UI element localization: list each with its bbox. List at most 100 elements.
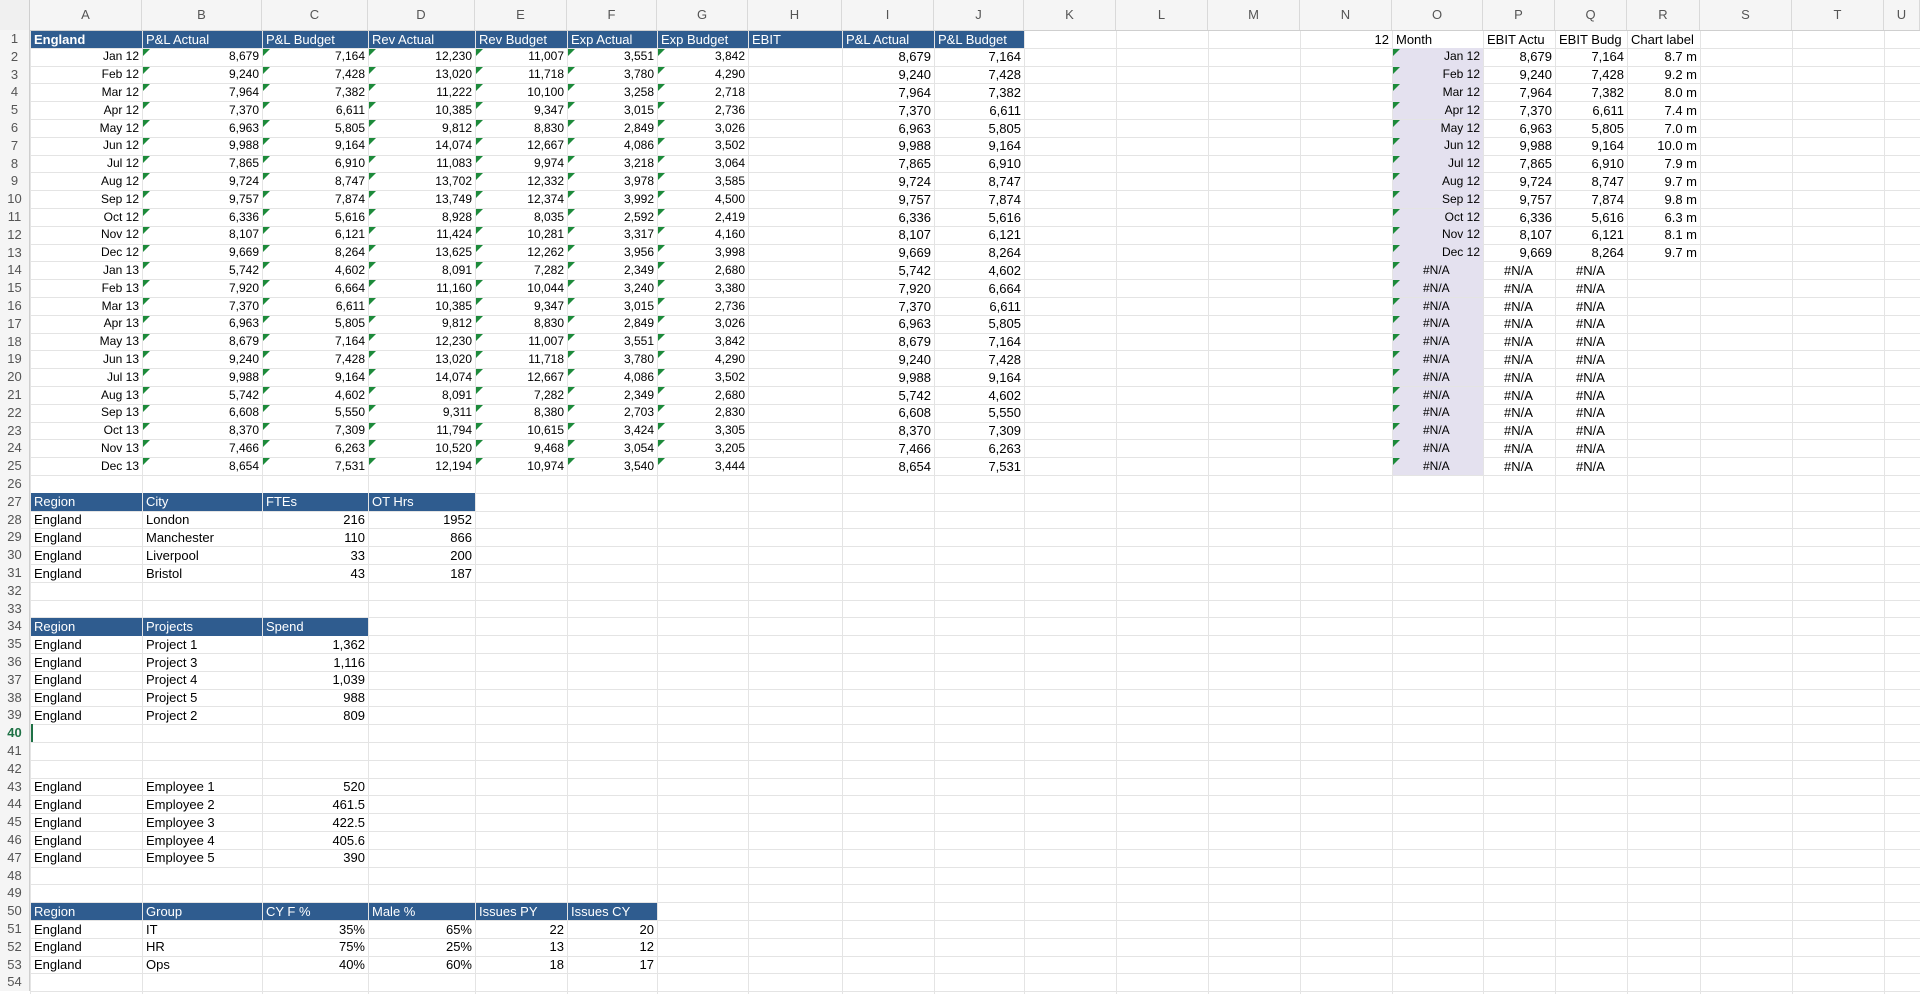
value-cell[interactable]: 4,290 — [658, 351, 748, 369]
value-cell[interactable]: 3,218 — [568, 155, 657, 173]
side-month-cell[interactable]: #N/A — [1393, 457, 1483, 476]
employee-cell[interactable]: Employee 2 — [143, 796, 262, 814]
ebit-budget-cell[interactable]: 7,874 — [1556, 191, 1627, 209]
column-header-o[interactable]: O — [1392, 0, 1483, 30]
value-cell[interactable]: 7,428 — [935, 66, 1024, 84]
value-cell[interactable]: 6,611 — [935, 102, 1024, 120]
groups-cell[interactable]: 13 — [476, 938, 567, 956]
value-cell[interactable]: 6,963 — [143, 120, 262, 138]
ebit-actual-cell[interactable]: 8,107 — [1484, 226, 1555, 244]
value-cell[interactable]: 5,805 — [935, 315, 1024, 333]
value-cell[interactable]: 11,083 — [369, 155, 475, 173]
value-cell[interactable]: 3,978 — [568, 173, 657, 191]
month-cell[interactable]: Oct 13 — [31, 422, 142, 440]
chart-label-cell[interactable]: 9.2 m — [1628, 66, 1700, 84]
side-header-cell[interactable]: Month — [1393, 31, 1483, 49]
value-cell[interactable]: 7,466 — [143, 440, 262, 458]
value-cell[interactable]: 2,349 — [568, 387, 657, 405]
ebit-actual-cell[interactable]: 9,240 — [1484, 66, 1555, 84]
ebit-actual-cell[interactable]: #N/A — [1484, 369, 1555, 387]
ebit-actual-cell[interactable]: #N/A — [1484, 351, 1555, 369]
ebit-budget-cell[interactable]: 6,121 — [1556, 226, 1627, 244]
row-header-17[interactable]: 17 — [0, 314, 30, 333]
value-cell[interactable]: 8,928 — [369, 209, 475, 227]
value-cell[interactable]: 6,664 — [935, 280, 1024, 298]
value-cell[interactable]: 9,988 — [143, 369, 262, 387]
ebit-budget-cell[interactable]: 6,910 — [1556, 155, 1627, 173]
ebit-budget-cell[interactable]: #N/A — [1556, 422, 1627, 440]
value-cell[interactable]: 9,311 — [369, 404, 475, 422]
row-header-11[interactable]: 11 — [0, 208, 30, 226]
row-header-14[interactable]: 14 — [0, 261, 30, 280]
value-cell[interactable]: 4,290 — [658, 66, 748, 84]
value-cell[interactable]: 7,874 — [263, 191, 368, 209]
employee-cell[interactable]: 390 — [263, 849, 368, 867]
value-cell[interactable]: 3,842 — [658, 333, 748, 351]
value-cell[interactable]: 9,724 — [143, 173, 262, 191]
chart-label-cell[interactable]: 7.4 m — [1628, 102, 1700, 120]
value-cell[interactable]: 8,830 — [476, 315, 567, 333]
row-header-6[interactable]: 6 — [0, 119, 30, 137]
month-cell[interactable]: Nov 12 — [31, 226, 142, 244]
value-cell[interactable]: 10,100 — [476, 84, 567, 102]
row-header-15[interactable]: 15 — [0, 279, 30, 297]
row-header-51[interactable]: 51 — [0, 920, 30, 938]
value-cell[interactable]: 8,264 — [935, 244, 1024, 262]
ebit-budget-cell[interactable]: 5,805 — [1556, 120, 1627, 138]
ebit-actual-cell[interactable]: #N/A — [1484, 315, 1555, 333]
value-cell[interactable]: 8,654 — [843, 458, 934, 476]
value-cell[interactable]: 2,703 — [568, 404, 657, 422]
value-cell[interactable]: 8,091 — [369, 262, 475, 280]
month-cell[interactable]: Jan 12 — [31, 48, 142, 66]
side-month-cell[interactable]: Sep 12 — [1393, 190, 1483, 209]
value-cell[interactable]: 7,531 — [935, 458, 1024, 476]
row-header-39[interactable]: 39 — [0, 706, 30, 725]
column-header-k[interactable]: K — [1024, 0, 1116, 30]
ebit-actual-cell[interactable]: #N/A — [1484, 262, 1555, 280]
value-cell[interactable]: 8,747 — [263, 173, 368, 191]
projects-cell[interactable]: England — [31, 689, 142, 707]
value-cell[interactable]: 2,680 — [658, 262, 748, 280]
value-cell[interactable]: 11,007 — [476, 333, 567, 351]
value-cell[interactable]: 9,724 — [843, 173, 934, 191]
side-month-cell[interactable]: Nov 12 — [1393, 226, 1483, 245]
groups-cell[interactable]: 75% — [263, 938, 368, 956]
cities-cell[interactable]: Manchester — [143, 529, 262, 547]
groups-cell[interactable]: 40% — [263, 956, 368, 974]
groups-cell[interactable]: 35% — [263, 921, 368, 939]
value-cell[interactable]: 9,812 — [369, 315, 475, 333]
value-cell[interactable]: 3,064 — [658, 155, 748, 173]
value-cell[interactable]: 3,205 — [658, 440, 748, 458]
value-cell[interactable]: 6,121 — [935, 226, 1024, 244]
value-cell[interactable]: 11,424 — [369, 226, 475, 244]
column-header-p[interactable]: P — [1483, 0, 1555, 30]
row-header-25[interactable]: 25 — [0, 457, 30, 475]
chart-label-cell[interactable]: 9.7 m — [1628, 244, 1700, 262]
row-header-32[interactable]: 32 — [0, 581, 30, 600]
value-cell[interactable]: 2,736 — [658, 102, 748, 120]
ebit-budget-cell[interactable]: 8,264 — [1556, 244, 1627, 262]
employee-cell[interactable]: 422.5 — [263, 814, 368, 832]
value-cell[interactable]: 5,805 — [935, 120, 1024, 138]
value-cell[interactable]: 9,988 — [143, 137, 262, 155]
value-cell[interactable]: 3,956 — [568, 244, 657, 262]
value-cell[interactable]: 7,309 — [935, 422, 1024, 440]
value-cell[interactable]: 3,585 — [658, 173, 748, 191]
value-cell[interactable]: 3,380 — [658, 280, 748, 298]
value-cell[interactable]: 8,380 — [476, 404, 567, 422]
value-cell[interactable]: 3,026 — [658, 120, 748, 138]
value-cell[interactable]: 7,382 — [935, 84, 1024, 102]
side-month-cell[interactable]: #N/A — [1393, 422, 1483, 440]
ebit-budget-cell[interactable]: 9,164 — [1556, 137, 1627, 155]
value-cell[interactable]: 9,164 — [935, 137, 1024, 155]
value-cell[interactable]: 13,625 — [369, 244, 475, 262]
value-cell[interactable]: 9,240 — [843, 66, 934, 84]
employee-cell[interactable]: England — [31, 796, 142, 814]
value-cell[interactable]: 6,963 — [843, 315, 934, 333]
value-cell[interactable]: 9,988 — [843, 137, 934, 155]
value-cell[interactable]: 7,309 — [263, 422, 368, 440]
value-cell[interactable]: 3,015 — [568, 102, 657, 120]
value-cell[interactable]: 9,988 — [843, 369, 934, 387]
column-header-c[interactable]: C — [262, 0, 368, 30]
row-header-44[interactable]: 44 — [0, 795, 30, 814]
